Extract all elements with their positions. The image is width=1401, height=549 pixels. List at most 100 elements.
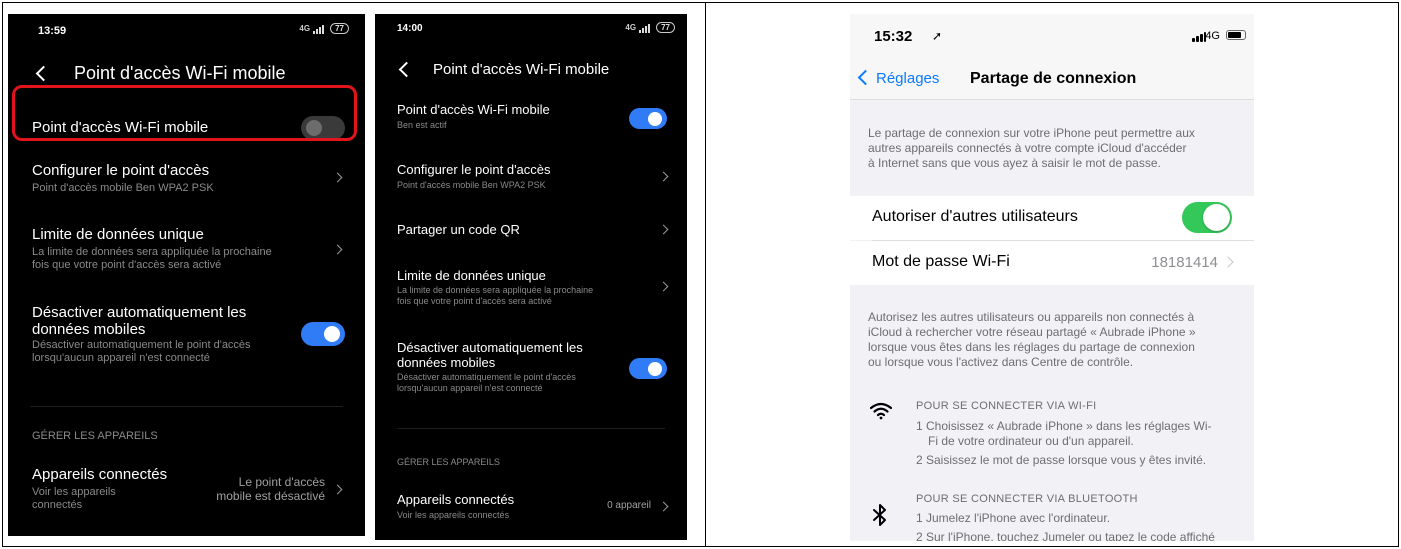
data-limit-subtitle-2: fois que votre point d'accès sera activé [397, 296, 552, 306]
app-bar: Point d'accès Wi-Fi mobile [375, 54, 687, 84]
wifi-icon [870, 402, 892, 420]
intro-line-2: autres appareils connectés à votre compt… [868, 141, 1187, 155]
bluetooth-step-2: 2 Sur l'iPhone, touchez Jumeler ou tapez… [916, 530, 1215, 541]
configure-subtitle: Point d'accès mobile Ben WPA2 PSK [397, 180, 546, 190]
wifi-step-2: 2 Saisissez le mot de passe lorsque vous… [916, 453, 1207, 467]
auto-disable-subtitle-1: Désactiver automatiquement le point d'ac… [397, 372, 576, 382]
auto-disable-title-2: données mobiles [32, 321, 146, 338]
signal-icon [313, 24, 327, 34]
hotspot-label: Point d'accès Wi-Fi mobile [397, 102, 550, 117]
connected-devices-count: 0 appareil [607, 500, 651, 511]
section-header-devices: GÉRER LES APPAREILS [32, 430, 158, 442]
connected-devices-subtitle: Voir les appareils connectés [397, 510, 510, 520]
auto-disable-row[interactable]: Désactiver automatiquement les données m… [8, 304, 365, 368]
status-time: 14:00 [397, 23, 423, 34]
chevron-right-icon [658, 224, 669, 235]
page-title: Point d'accès Wi-Fi mobile [74, 62, 286, 83]
wifi-steps: 1 Choisissez « Aubrade iPhone » dans les… [916, 419, 1242, 468]
battery-icon [1226, 30, 1246, 40]
ios-screen-personal-hotspot: 15:32 ➚ 4G Réglages Partage de connexion… [850, 14, 1254, 541]
divider [30, 406, 343, 407]
connected-devices-title: Appareils connectés [32, 466, 168, 483]
hotspot-switch[interactable] [629, 108, 667, 129]
navigation-bar: Réglages Partage de connexion [850, 58, 1254, 100]
share-qr-row[interactable]: Partager un code QR [375, 222, 687, 242]
connected-devices-row[interactable]: Appareils connectés Voir les appareils c… [8, 466, 365, 518]
data-limit-subtitle-1: La limite de données sera appliquée la p… [397, 285, 594, 295]
bluetooth-icon [873, 504, 886, 526]
android-screen-hotspot-on: 14:00 4G 77 Point d'accès Wi-Fi mobile P… [375, 14, 687, 540]
wifi-password-value: 18181414 [1151, 254, 1218, 271]
hotspot-toggle-row[interactable]: Point d'accès Wi-Fi mobile Ben est actif [375, 102, 687, 136]
connected-devices-status-1: Le point d'accès [238, 475, 325, 489]
chevron-right-icon [658, 501, 669, 512]
battery-icon: 77 [330, 23, 349, 34]
configure-subtitle: Point d'accès mobile Ben WPA2 PSK [32, 182, 214, 194]
bluetooth-heading: POUR SE CONNECTER VIA BLUETOOTH [916, 493, 1138, 505]
hotspot-subtitle: Ben est actif [397, 120, 447, 130]
page-title: Partage de connexion [970, 70, 1137, 87]
connected-devices-title: Appareils connectés [397, 492, 515, 507]
divider [397, 428, 665, 429]
chevron-right-icon [1222, 256, 1234, 268]
data-limit-title: Limite de données unique [397, 268, 546, 283]
chevron-left-icon[interactable] [857, 69, 874, 86]
section-header-devices: GÉRER LES APPAREILS [397, 457, 500, 467]
switch-knob [648, 361, 662, 376]
auto-disable-title-1: Désactiver automatiquement les [32, 304, 247, 321]
status-icons: 4G 77 [299, 23, 349, 34]
info-line-1: Autorisez les autres utilisateurs ou app… [868, 310, 1195, 324]
auto-disable-title-2: données mobiles [397, 355, 496, 370]
bluetooth-steps: 1 Jumelez l'iPhone avec l'ordinateur. 2 … [916, 511, 1242, 541]
bluetooth-step-1: 1 Jumelez l'iPhone avec l'ordinateur. [916, 511, 1111, 525]
info-note: Autorisez les autres utilisateurs ou app… [868, 310, 1240, 370]
wifi-step-1-line-1: 1 Choisissez « Aubrade iPhone » dans les… [916, 419, 1212, 433]
chevron-right-icon [332, 484, 343, 495]
auto-disable-title-1: Désactiver automatiquement les [397, 340, 583, 355]
signal-icon [1192, 32, 1206, 42]
auto-disable-switch[interactable] [301, 322, 345, 346]
data-limit-row[interactable]: Limite de données unique La limite de do… [375, 268, 687, 312]
connected-devices-subtitle-1: Voir les appareils [32, 486, 116, 498]
auto-disable-row[interactable]: Désactiver automatiquement les données m… [375, 340, 687, 398]
status-icons: 4G 77 [625, 22, 675, 33]
wifi-password-row[interactable]: Mot de passe Wi-Fi 18181414 [850, 241, 1254, 285]
back-arrow-icon[interactable] [395, 54, 415, 84]
page-title: Point d'accès Wi-Fi mobile [433, 60, 610, 78]
battery-icon: 77 [656, 22, 675, 33]
auto-disable-subtitle-1: Désactiver automatiquement le point d'ac… [32, 339, 251, 351]
data-limit-subtitle-2: fois que votre point d'accès sera activé [32, 259, 222, 271]
location-arrow-icon: ➚ [932, 29, 943, 43]
back-arrow-icon[interactable] [32, 58, 52, 88]
signal-icon [639, 23, 653, 33]
allow-others-switch[interactable] [1182, 202, 1232, 233]
auto-disable-switch[interactable] [629, 358, 667, 379]
chevron-right-icon [658, 171, 669, 182]
configure-hotspot-row[interactable]: Configurer le point d'accès Point d'accè… [8, 162, 365, 202]
data-limit-subtitle-1: La limite de données sera appliquée la p… [32, 246, 272, 258]
wifi-heading: POUR SE CONNECTER VIA WI-FI [916, 400, 1097, 412]
chevron-right-icon [332, 172, 343, 183]
back-button[interactable]: Réglages [876, 70, 939, 87]
data-limit-title: Limite de données unique [32, 226, 204, 243]
connected-devices-status-2: mobile est désactivé [216, 489, 325, 503]
share-qr-title: Partager un code QR [397, 222, 520, 237]
wifi-step-1-line-2: Fi de votre ordinateur ou d'un appareil. [928, 434, 1134, 448]
connected-devices-row[interactable]: Appareils connectés Voir les appareils c… [375, 492, 687, 524]
wifi-password-label: Mot de passe Wi-Fi [872, 253, 1010, 270]
data-limit-row[interactable]: Limite de données unique La limite de do… [8, 226, 365, 276]
info-line-3: lorsque vous êtes dans les réglages du p… [868, 340, 1195, 354]
app-bar: Point d'accès Wi-Fi mobile [8, 58, 365, 88]
allow-others-row[interactable]: Autoriser d'autres utilisateurs [850, 196, 1254, 240]
status-bar: 14:00 4G 77 [375, 14, 687, 48]
intro-line-3: à Internet sans que vous ayez à saisir l… [868, 156, 1161, 170]
configure-hotspot-row[interactable]: Configurer le point d'accès Point d'accè… [375, 162, 687, 194]
status-bar: 15:32 ➚ 4G [850, 14, 1254, 58]
network-type: 4G [625, 23, 637, 32]
configure-title: Configurer le point d'accès [397, 162, 551, 177]
info-line-2: iCloud à rechercher votre réseau partagé… [868, 325, 1196, 339]
auto-disable-subtitle-2: lorsqu'aucun appareil n'est connecté [32, 352, 210, 364]
info-line-4: ou lorsque vous l'activez dans Centre de… [868, 355, 1134, 369]
network-type: 4G [1205, 30, 1220, 42]
network-type: 4G [299, 24, 311, 33]
